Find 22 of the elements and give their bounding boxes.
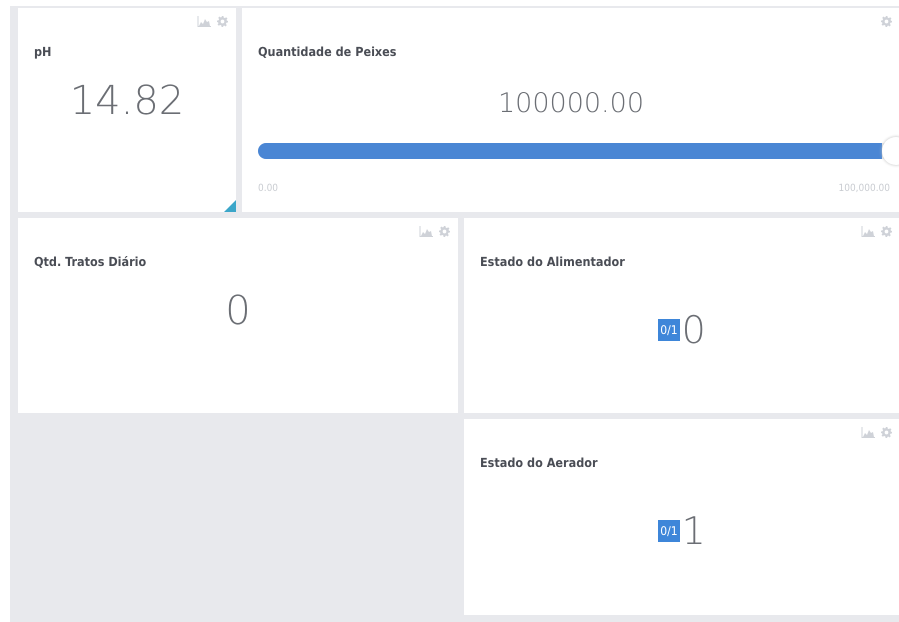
gear-icon[interactable] [439, 226, 450, 237]
widget-value: 1 [682, 509, 706, 553]
boolean-badge: 0/1 [658, 520, 680, 542]
boolean-badge: 0/1 [658, 319, 680, 341]
widget-title: pH [34, 44, 52, 59]
widget-title: Estado do Aerador [480, 455, 598, 470]
gear-icon[interactable] [217, 16, 228, 27]
gear-icon[interactable] [881, 226, 892, 237]
gear-icon[interactable] [881, 16, 892, 27]
widget-value: 0 [682, 308, 706, 352]
widget-value: 0 [225, 288, 251, 334]
chart-icon[interactable] [197, 16, 211, 27]
gear-icon[interactable] [881, 427, 892, 438]
widget-value: 14.82 [70, 78, 184, 124]
chart-icon[interactable] [419, 226, 433, 237]
widget-title: Quantidade de Peixes [258, 44, 397, 59]
widget-title: Estado do Alimentador [480, 254, 625, 269]
chart-icon[interactable] [861, 226, 875, 237]
widget-title: Qtd. Tratos Diário [34, 254, 146, 269]
widget-value: 100000.00 [498, 88, 644, 119]
chart-icon[interactable] [861, 427, 875, 438]
resize-handle-icon[interactable] [224, 200, 236, 212]
